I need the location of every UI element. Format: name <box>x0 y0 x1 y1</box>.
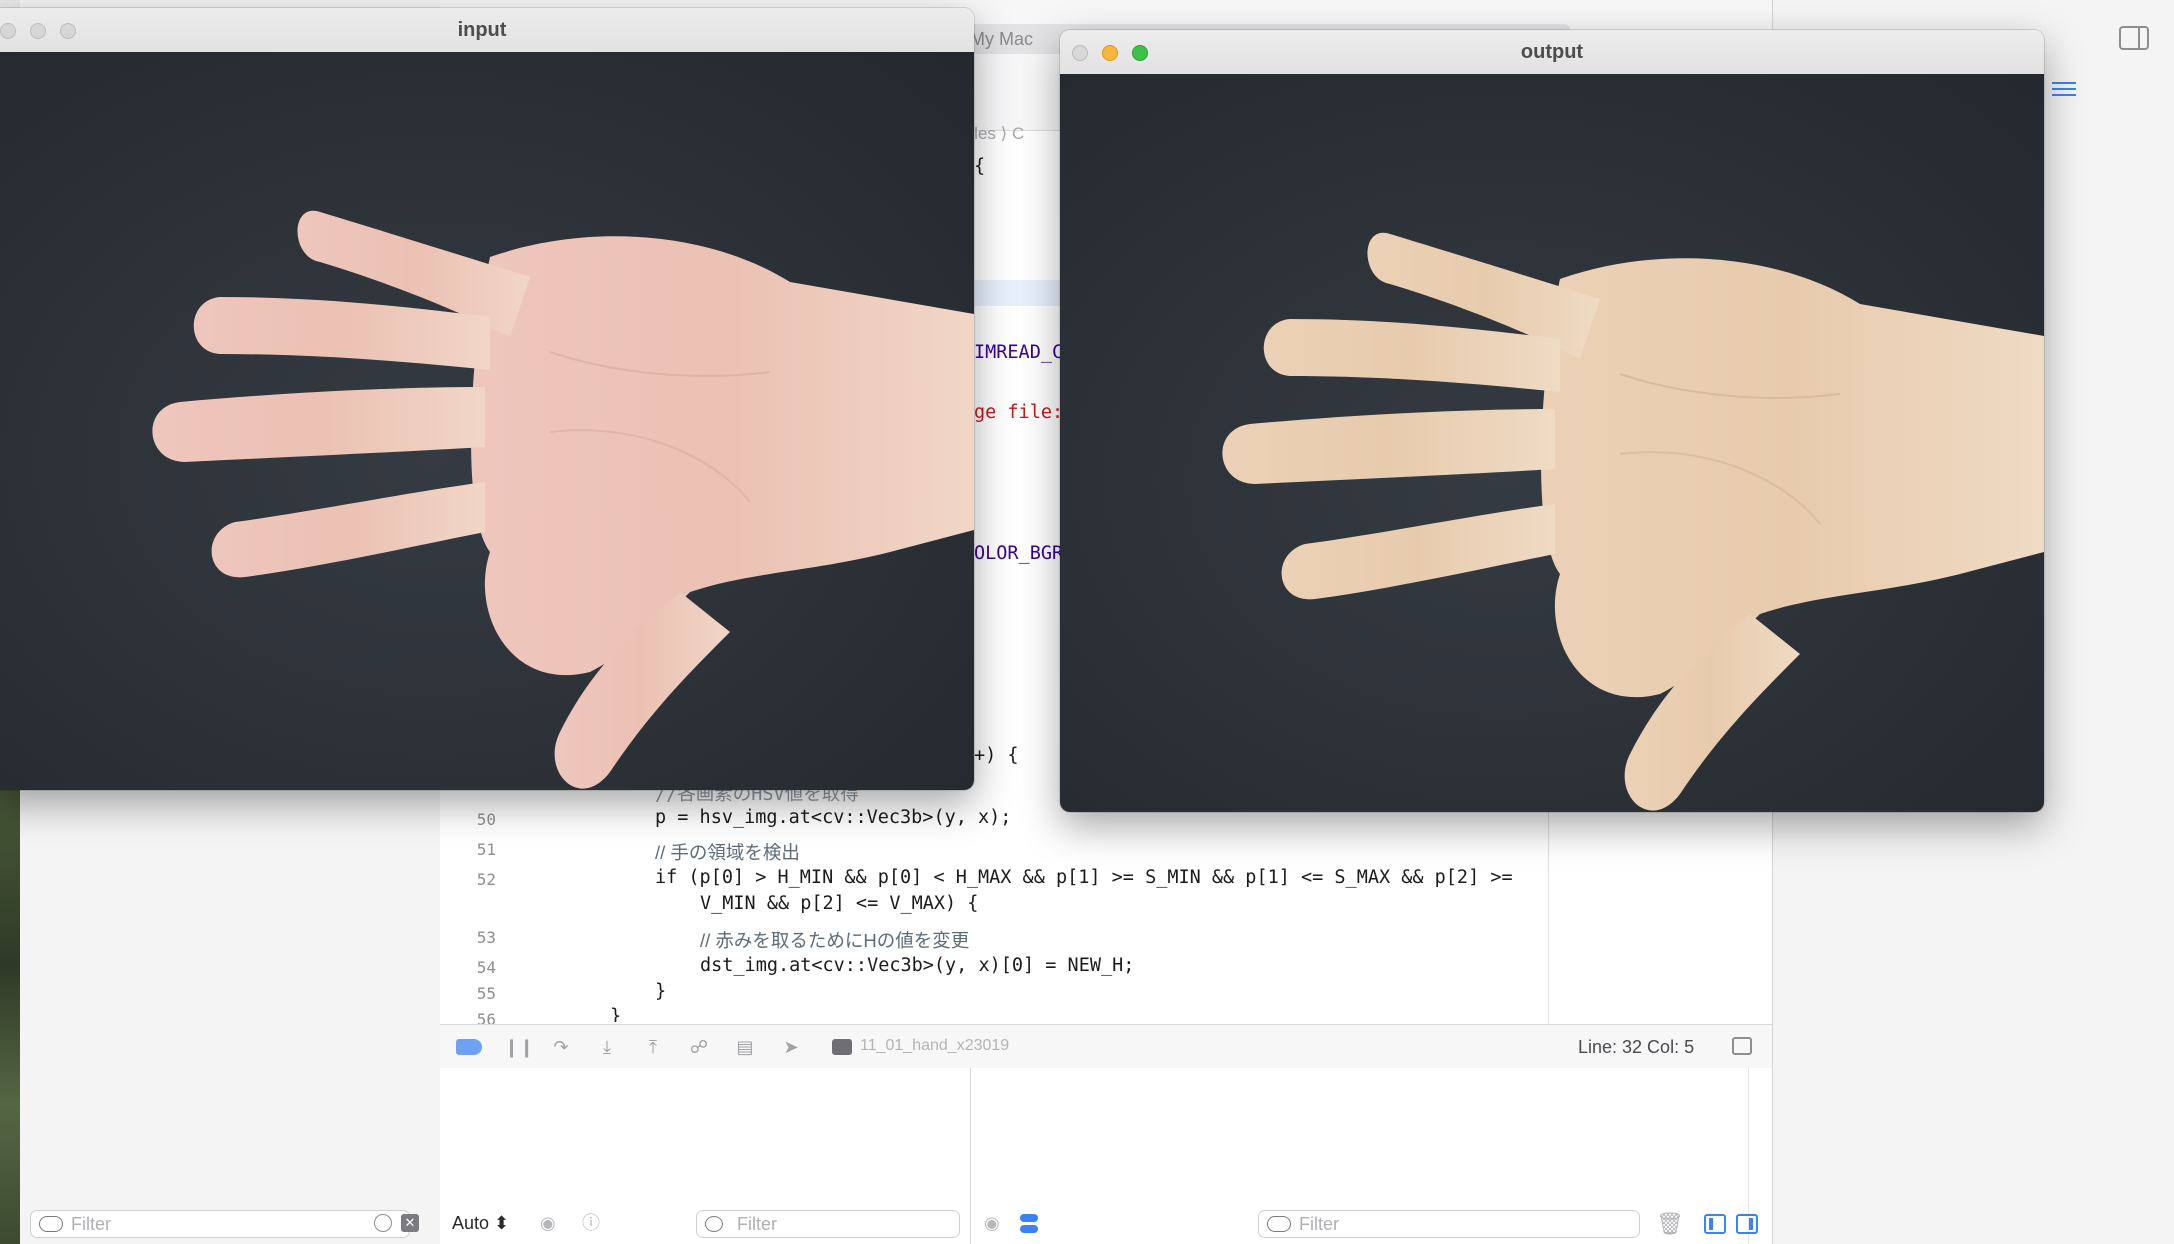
process-label[interactable]: 11_01_hand_x23019 <box>860 1037 1009 1055</box>
clear-icon[interactable]: ✕ <box>401 1214 419 1232</box>
trash-icon[interactable]: 🗑 <box>1656 1212 1684 1236</box>
debug-bar: ❙❙ ↷ ⤓ ⤒ ☍ ▤ ➤ 11_01_hand_x23019 Line: 3… <box>440 1024 1772 1070</box>
pane-left-icon[interactable] <box>1704 1214 1726 1234</box>
environment-icon[interactable]: ▤ <box>734 1037 756 1057</box>
variables-filter-field[interactable]: Filter <box>696 1210 960 1238</box>
step-into-icon[interactable]: ⤓ <box>596 1037 618 1057</box>
clock-icon[interactable] <box>374 1214 392 1232</box>
code-line-50: p = hsv_img.at<cv::Vec3b>(y, x); <box>655 807 1012 828</box>
input-image-window[interactable]: input <box>0 8 974 790</box>
console-filter-placeholder: Filter <box>1299 1214 1339 1234</box>
output-window-titlebar[interactable]: output <box>1060 30 2044 75</box>
current-line-highlight <box>974 280 1060 306</box>
desktop-wallpaper <box>0 780 20 1244</box>
input-window-titlebar[interactable]: input <box>0 8 974 53</box>
code-line-54: dst_img.at<cv::Vec3b>(y, x)[0] = NEW_H; <box>700 955 1135 976</box>
hand-image <box>1060 74 2044 812</box>
debug-view-hierarchy-icon[interactable]: ☍ <box>688 1037 710 1057</box>
hand-image <box>0 52 974 790</box>
filter-icon <box>705 1216 723 1232</box>
line-number: 53 <box>476 928 496 947</box>
filter-icon <box>39 1216 63 1232</box>
variables-scope-select[interactable]: Auto ⬍ <box>452 1213 509 1234</box>
eye-icon[interactable]: ◉ <box>540 1214 560 1232</box>
step-out-icon[interactable]: ⤒ <box>642 1037 664 1057</box>
code-fragment-imread: IMREAD_C <box>974 342 1064 363</box>
sidebar-toggle-icon[interactable] <box>2119 26 2149 50</box>
filter-icon <box>1267 1216 1291 1232</box>
code-line-52-wrap: V_MIN && p[2] <= V_MAX) { <box>700 893 979 914</box>
output-image-window[interactable]: output <box>1060 30 2044 812</box>
breakpoint-icon[interactable] <box>456 1039 482 1055</box>
variables-toggle-icon[interactable] <box>1020 1214 1038 1234</box>
navigator-filter-field[interactable]: Filter <box>30 1210 410 1238</box>
output-hand-photo <box>1060 74 2044 812</box>
close-button[interactable] <box>0 23 16 39</box>
console-filter-field[interactable]: Filter <box>1258 1210 1640 1238</box>
pane-right-icon[interactable] <box>1736 1214 1758 1234</box>
code-line-51: // 手の領域を検出 <box>655 842 800 863</box>
code-line-53: // 赤みを取るためにHの値を変更 <box>700 930 970 951</box>
terminal-icon <box>832 1039 852 1055</box>
minimize-button[interactable] <box>30 23 46 39</box>
step-over-icon[interactable]: ↷ <box>550 1037 572 1057</box>
code-line-55: } <box>655 981 667 1002</box>
navigator-filter-placeholder: Filter <box>71 1214 111 1234</box>
zoom-button[interactable] <box>60 23 76 39</box>
adjust-icon[interactable] <box>2052 78 2076 100</box>
input-window-title: input <box>457 19 507 41</box>
zoom-button[interactable] <box>1132 45 1148 61</box>
close-button[interactable] <box>1072 45 1088 61</box>
info-icon[interactable]: ⓘ <box>582 1214 602 1232</box>
console-toggle-icon[interactable] <box>1732 1037 1752 1055</box>
minimize-button[interactable] <box>1102 45 1118 61</box>
debug-area-split[interactable] <box>970 1068 971 1244</box>
code-fragment-error: ge file: <box>974 402 1064 423</box>
line-column-indicator: Line: 32 Col: 5 <box>1578 1037 1695 1057</box>
code-fragment-cvt: OLOR_BGR <box>974 543 1064 564</box>
line-number: 50 <box>476 810 496 829</box>
code-line-52: if (p[0] > H_MIN && p[0] < H_MAX && p[1]… <box>655 867 1513 888</box>
pause-icon[interactable]: ❙❙ <box>504 1037 534 1057</box>
input-hand-photo <box>0 52 974 790</box>
location-icon[interactable]: ➤ <box>780 1037 802 1057</box>
line-number: 55 <box>476 984 496 1003</box>
code-fragment-loop: +) { <box>974 745 1019 766</box>
line-number: 52 <box>476 870 496 889</box>
output-window-title: output <box>1520 41 1584 63</box>
line-number: 51 <box>476 840 496 859</box>
variables-filter-placeholder: Filter <box>737 1214 777 1234</box>
eye-icon[interactable]: ◉ <box>984 1214 1004 1232</box>
line-number: 54 <box>476 958 496 977</box>
code-fragment-brace: { <box>974 156 986 177</box>
minimap-divider <box>1548 780 1549 1024</box>
code-line-56: } <box>610 1006 622 1022</box>
